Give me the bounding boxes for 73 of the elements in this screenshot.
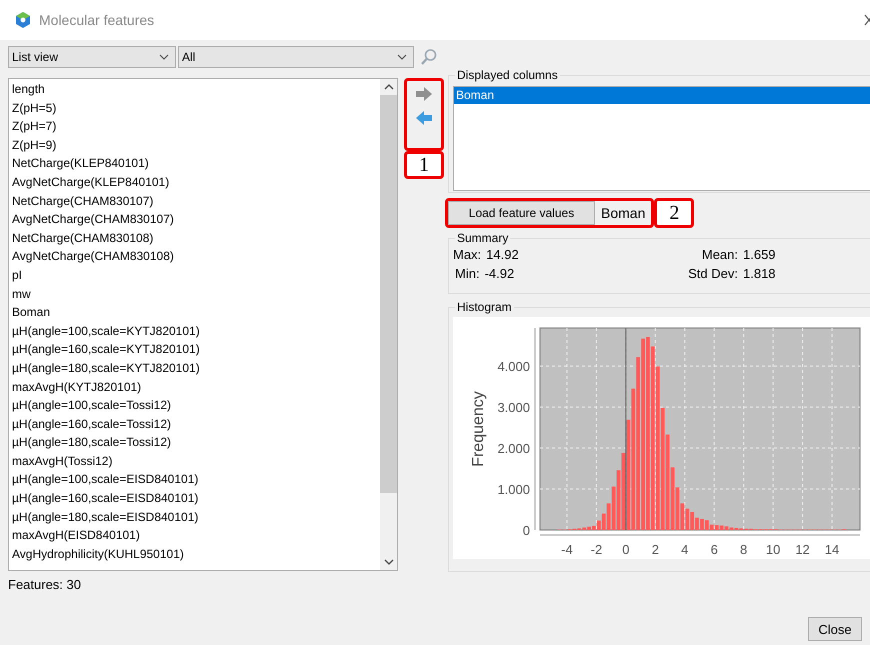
chevron-icon bbox=[397, 54, 407, 60]
feature-item[interactable]: µH(angle=160,scale=EISD840101) bbox=[12, 489, 380, 508]
feature-item[interactable]: AvgNetCharge(CHAM830107) bbox=[12, 210, 380, 229]
feature-item[interactable]: length bbox=[12, 80, 380, 99]
column-item[interactable]: Boman bbox=[454, 87, 870, 104]
stat-label: Std Dev: bbox=[687, 266, 738, 281]
x-tick-label: 8 bbox=[740, 542, 748, 557]
close-button[interactable]: Close bbox=[808, 617, 862, 641]
search-icon[interactable] bbox=[420, 48, 438, 66]
scrollbar[interactable] bbox=[380, 79, 397, 570]
x-tick-label: 4 bbox=[681, 542, 688, 557]
stat-value: 1.818 bbox=[743, 266, 776, 281]
feature-item[interactable]: µH(angle=180,scale=EISD840101) bbox=[12, 508, 380, 526]
feature-item[interactable]: NetCharge(CHAM830108) bbox=[12, 228, 380, 248]
feature-item[interactable]: maxAvgH(KYTJ820101) bbox=[12, 378, 380, 396]
feature-item[interactable]: maxAvgH(Tossi12) bbox=[12, 452, 380, 470]
feature-item[interactable]: µH(angle=100,scale=KYTJ820101) bbox=[12, 322, 380, 340]
feature-count: Features: 30 bbox=[8, 577, 82, 592]
feature-item[interactable]: µH(angle=180,scale=Tossi12) bbox=[12, 433, 380, 452]
chevron-icon bbox=[159, 54, 169, 60]
stat-label: Mean: bbox=[700, 247, 738, 262]
feature-item[interactable]: Z(pH=5) bbox=[12, 98, 380, 118]
app-icon bbox=[14, 11, 32, 29]
feature-item[interactable]: NetCharge(CHAM830107) bbox=[12, 192, 380, 210]
stat-label: Min: bbox=[454, 266, 480, 281]
scroll-down-icon[interactable] bbox=[384, 559, 394, 565]
y-tick-label: 3.000 bbox=[497, 400, 530, 416]
x-tick-label: 12 bbox=[795, 542, 810, 557]
feature-item[interactable]: NetCharge(KLEP840101) bbox=[12, 154, 380, 173]
group-title: Histogram bbox=[455, 300, 514, 314]
feature-item[interactable]: Z(pH=7) bbox=[12, 117, 380, 136]
x-tick-label: -2 bbox=[590, 542, 602, 557]
callout-label: 1 bbox=[404, 151, 444, 179]
feature-item[interactable]: maxAvgH(EISD840101) bbox=[12, 526, 380, 545]
x-tick-label: 14 bbox=[824, 542, 840, 557]
x-tick-label: -4 bbox=[561, 542, 573, 557]
feature-item[interactable]: µH(angle=100,scale=Tossi12) bbox=[12, 396, 380, 415]
y-axis-label: Frequency bbox=[470, 391, 487, 467]
scroll-up-icon[interactable] bbox=[384, 84, 394, 90]
stat-value: 1.659 bbox=[743, 247, 776, 262]
x-tick-label: 6 bbox=[710, 542, 718, 557]
feature-item[interactable]: AvgHydrophilicity(KUHL950101) bbox=[12, 544, 380, 564]
feature-item[interactable]: AvgNetCharge(KLEP840101) bbox=[12, 172, 380, 192]
x-tick-label: 10 bbox=[766, 542, 780, 557]
feature-item[interactable]: pI bbox=[12, 266, 380, 285]
stat-label: Max: bbox=[453, 247, 482, 262]
left-arrow-icon[interactable] bbox=[415, 110, 433, 126]
group-title: Summary bbox=[455, 231, 510, 245]
x-tick-label: 2 bbox=[652, 542, 659, 557]
feature-item[interactable]: µH(angle=160,scale=KYTJ820101) bbox=[12, 340, 380, 359]
y-tick-label: 1.000 bbox=[497, 482, 530, 498]
callout-label: 2 bbox=[654, 198, 694, 228]
feature-item[interactable]: Z(pH=9) bbox=[12, 136, 380, 154]
stat-value: -4.92 bbox=[484, 266, 514, 281]
y-tick-label: 4.000 bbox=[497, 359, 530, 374]
feature-item[interactable]: mw bbox=[12, 284, 380, 304]
window-title: Molecular features bbox=[39, 12, 156, 28]
feature-item[interactable]: µH(angle=160,scale=Tossi12) bbox=[12, 414, 380, 434]
load-button[interactable]: Load feature values bbox=[448, 201, 595, 225]
feature-item[interactable]: µH(angle=100,scale=EISD840101) bbox=[12, 470, 380, 490]
view-dropdown[interactable]: List view bbox=[8, 46, 176, 68]
feature-item[interactable]: AvgNetCharge(CHAM830108) bbox=[12, 247, 380, 266]
y-tick-label: 0 bbox=[522, 523, 530, 538]
x-tick-label: 0 bbox=[622, 542, 630, 557]
group-title: Displayed columns bbox=[455, 68, 560, 82]
loaded-feature: Boman bbox=[601, 205, 646, 221]
scroll-thumb[interactable] bbox=[380, 95, 397, 493]
feature-item[interactable]: µH(angle=180,scale=KYTJ820101) bbox=[12, 358, 380, 378]
y-tick-label: 2.000 bbox=[497, 441, 530, 456]
stat-value: 14.92 bbox=[486, 247, 519, 262]
right-arrow-icon[interactable] bbox=[415, 86, 433, 102]
feature-item[interactable]: Boman bbox=[12, 303, 380, 322]
filter-dropdown[interactable]: All bbox=[178, 46, 414, 68]
